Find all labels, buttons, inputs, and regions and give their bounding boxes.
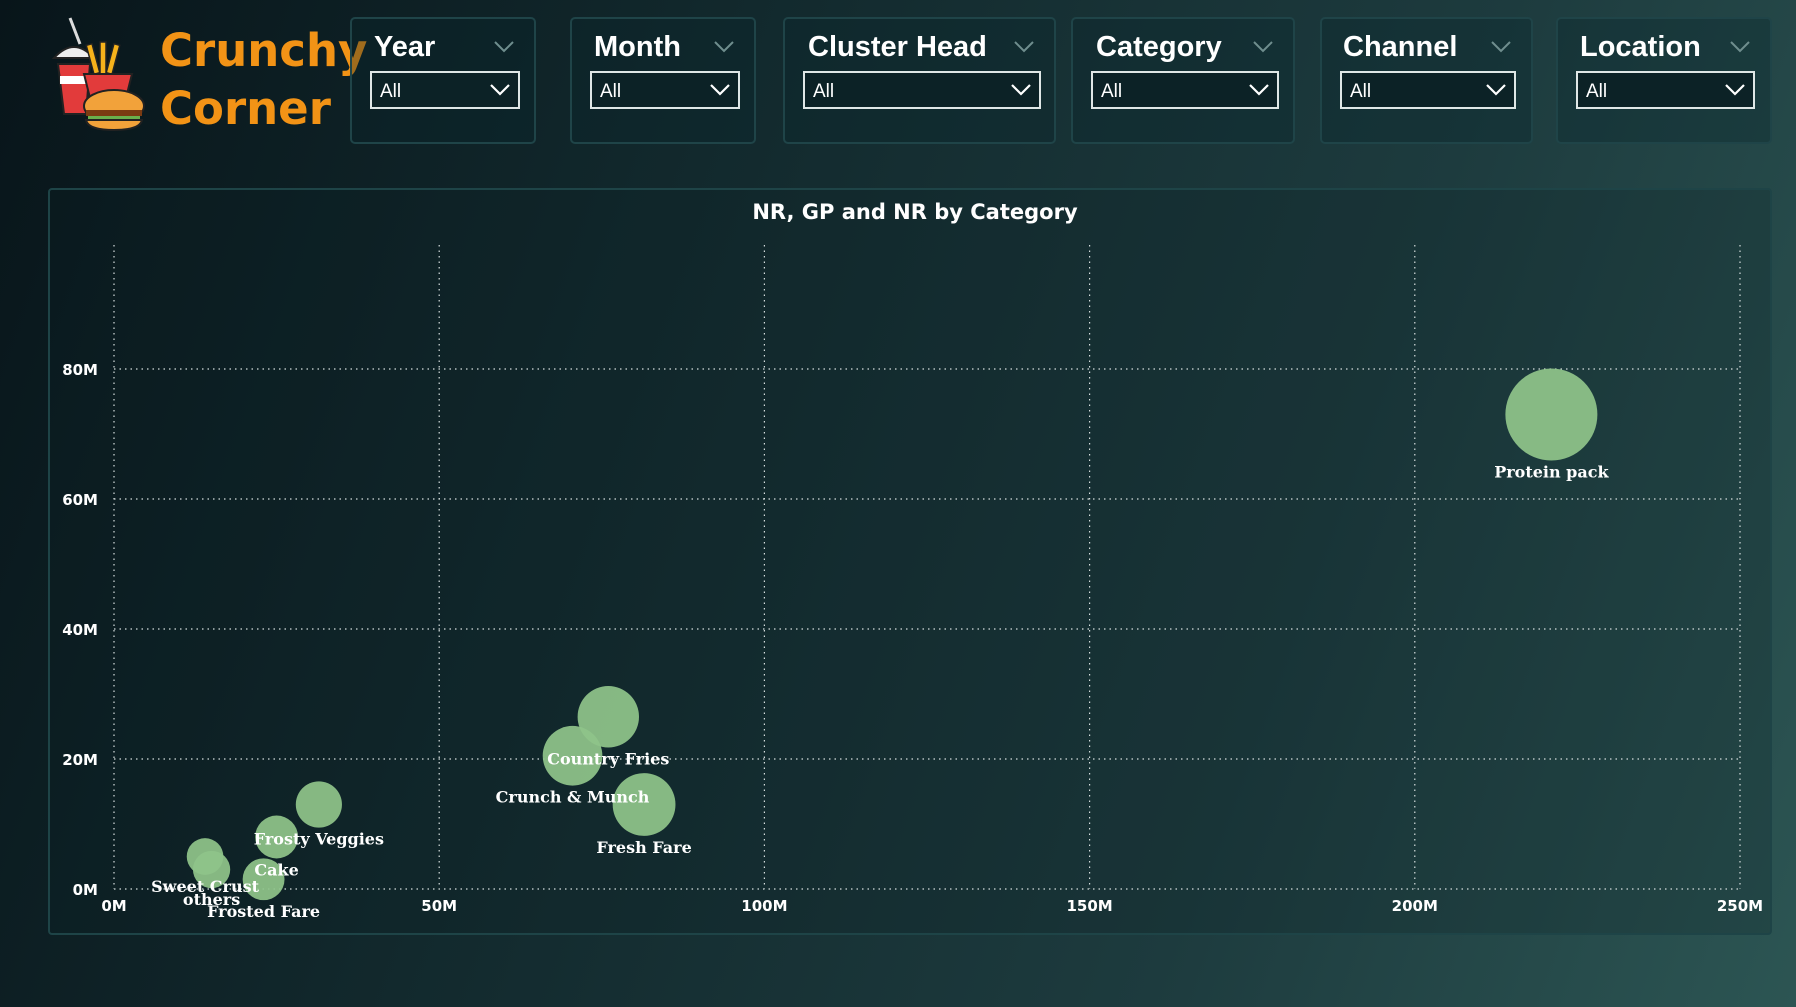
y-tick-label: 80M bbox=[62, 361, 98, 379]
filter-channel-title: Channel bbox=[1343, 31, 1458, 63]
filter-month-value: All bbox=[600, 81, 622, 102]
y-tick-label: 0M bbox=[73, 881, 98, 899]
brand-line-2: Corner bbox=[160, 82, 331, 135]
filter-location-dropdown[interactable]: All bbox=[1576, 71, 1755, 109]
bubble-chart[interactable]: NR, GP and NR by Category 0M 50M 100M 150M 2… bbox=[50, 190, 1774, 937]
filter-location: Location All bbox=[1556, 17, 1772, 144]
filter-year-value: All bbox=[380, 81, 402, 102]
filter-cluster-head-title: Cluster Head bbox=[808, 31, 987, 63]
chevron-down-icon[interactable] bbox=[1730, 41, 1750, 53]
brand-name: Crunchy Corner bbox=[160, 22, 367, 138]
chart-title: NR, GP and NR by Category bbox=[752, 200, 1078, 224]
chevron-down-icon bbox=[1011, 84, 1031, 96]
bubble-point[interactable] bbox=[295, 781, 342, 828]
filter-cluster-head-value: All bbox=[813, 81, 835, 102]
filter-channel-dropdown[interactable]: All bbox=[1340, 71, 1516, 109]
filter-month-dropdown[interactable]: All bbox=[590, 71, 740, 109]
filter-year: Year All bbox=[350, 17, 536, 144]
chart-grid bbox=[113, 245, 1741, 890]
bubble-label: Crunch & Munch bbox=[496, 788, 650, 807]
chevron-down-icon bbox=[1725, 84, 1745, 96]
filter-category-value: All bbox=[1101, 81, 1123, 102]
chevron-down-icon[interactable] bbox=[1014, 41, 1034, 53]
x-tick-label: 150M bbox=[1066, 897, 1112, 915]
bubble-point[interactable] bbox=[186, 838, 224, 875]
filter-category-title: Category bbox=[1096, 31, 1222, 63]
chevron-down-icon[interactable] bbox=[1491, 41, 1511, 53]
filter-location-title: Location bbox=[1580, 31, 1701, 63]
chevron-down-icon bbox=[1249, 84, 1269, 96]
bubble-label: Frosted Fare bbox=[207, 902, 320, 921]
y-tick-label: 40M bbox=[62, 621, 98, 639]
filter-channel-value: All bbox=[1350, 81, 1372, 102]
brand-logo: Crunchy Corner bbox=[50, 14, 367, 135]
x-tick-label: 200M bbox=[1392, 897, 1438, 915]
y-tick-label: 20M bbox=[62, 751, 98, 769]
brand-line-1: Crunchy bbox=[160, 24, 368, 77]
filter-cluster-head: Cluster Head All bbox=[783, 17, 1056, 144]
chevron-down-icon[interactable] bbox=[714, 41, 734, 53]
x-tick-label: 100M bbox=[741, 897, 787, 915]
fast-food-icon bbox=[51, 17, 145, 132]
filter-year-title: Year bbox=[374, 31, 436, 63]
filter-channel: Channel All bbox=[1320, 17, 1533, 144]
bubble-label: Country Fries bbox=[547, 749, 669, 768]
chevron-down-icon bbox=[710, 84, 730, 96]
bubble-label: Fresh Fare bbox=[596, 838, 691, 857]
chart-points: Protein pack Country Fries Crunch & Munch F… bbox=[151, 368, 1609, 921]
x-tick-label: 0M bbox=[101, 897, 126, 915]
bubble-label: Frosty Veggies bbox=[254, 830, 384, 849]
bubble-chart-panel[interactable]: NR, GP and NR by Category 0M 50M 100M 150M 2… bbox=[48, 188, 1772, 935]
bubble-label: Protein pack bbox=[1494, 463, 1609, 482]
chevron-down-icon bbox=[490, 84, 510, 96]
filter-month: Month All bbox=[570, 17, 756, 144]
filter-year-dropdown[interactable]: All bbox=[370, 71, 520, 109]
bubble-label: Cake bbox=[254, 860, 298, 879]
x-tick-label: 250M bbox=[1717, 897, 1763, 915]
chevron-down-icon[interactable] bbox=[494, 41, 514, 53]
bubble-point[interactable] bbox=[1505, 368, 1598, 461]
filter-category-dropdown[interactable]: All bbox=[1091, 71, 1279, 109]
filter-month-title: Month bbox=[594, 31, 681, 63]
chevron-down-icon bbox=[1486, 84, 1506, 96]
chevron-down-icon[interactable] bbox=[1253, 41, 1273, 53]
filter-cluster-head-dropdown[interactable]: All bbox=[803, 71, 1041, 109]
filter-category: Category All bbox=[1071, 17, 1295, 144]
x-tick-label: 50M bbox=[421, 897, 457, 915]
filter-location-value: All bbox=[1586, 81, 1608, 102]
y-tick-label: 60M bbox=[62, 491, 98, 509]
